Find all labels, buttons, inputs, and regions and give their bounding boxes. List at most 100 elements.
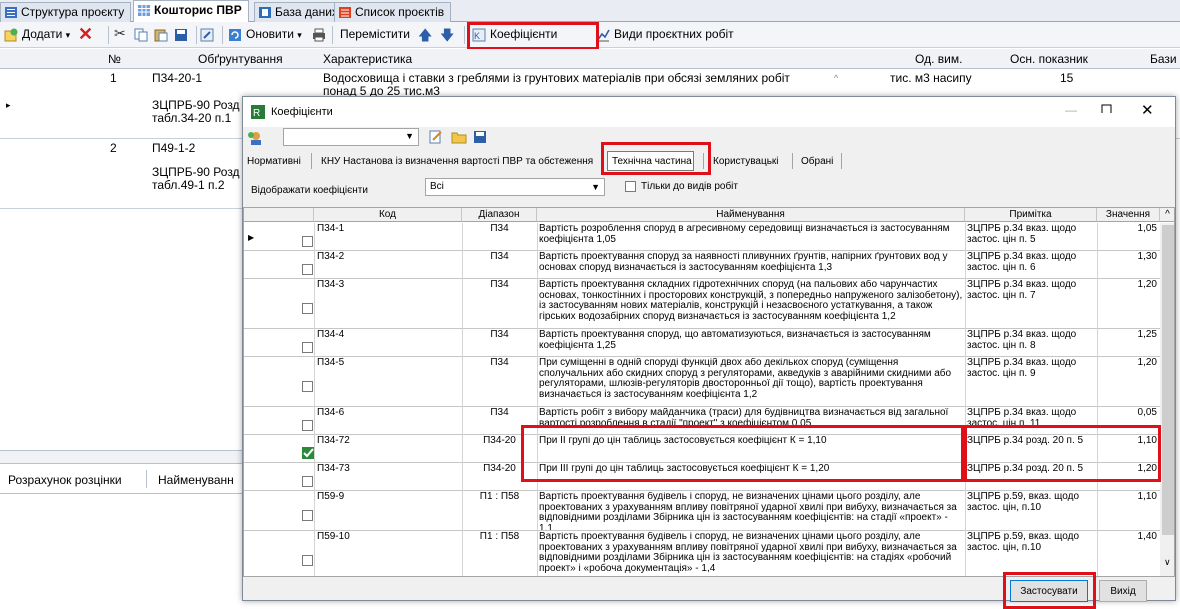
tab-price-calc[interactable]: Розрахунок розцінки — [8, 474, 122, 487]
work-types-button[interactable]: Види проєктних робіт — [594, 25, 737, 45]
scrollbar-thumb[interactable] — [1162, 225, 1174, 535]
table-row[interactable]: ▶ П34-1 П34 Вартість розроблення споруд в а… — [244, 223, 1160, 251]
vertical-scrollbar[interactable]: ∨ — [1160, 223, 1174, 576]
col-code[interactable]: Код — [314, 208, 462, 222]
row-checkbox[interactable] — [302, 342, 313, 353]
col-base: Бази — [1150, 52, 1177, 66]
open-folder-icon[interactable] — [451, 130, 467, 147]
refresh-button[interactable]: Оновити ▾ — [226, 25, 305, 45]
row-name: Вартість проектування споруд, що автомат… — [539, 330, 931, 351]
coefficient-set-combo[interactable]: ▼ — [283, 128, 419, 146]
row-num: 2 — [110, 141, 117, 155]
col-value[interactable]: Значення — [1097, 208, 1160, 222]
exit-button[interactable]: Вихід — [1099, 580, 1147, 602]
exit-label: Вихід — [1110, 586, 1136, 597]
svg-text:R: R — [253, 108, 260, 119]
row-code: П59-9 — [317, 492, 345, 502]
arrow-down-icon: 🡇 — [440, 27, 455, 43]
highlight-k-rows — [521, 425, 967, 482]
col-range[interactable]: Діапазон — [462, 208, 537, 222]
row-checkbox[interactable] — [302, 510, 313, 521]
chevron-down-icon: ▾ — [297, 30, 302, 40]
row-checkbox[interactable] — [302, 303, 313, 314]
row-name: Вартість розроблення споруд в агресивном… — [539, 224, 950, 245]
paste-button[interactable] — [154, 25, 173, 45]
row-checkbox[interactable] — [302, 236, 313, 247]
tab-favorites[interactable]: Обрані — [801, 156, 833, 167]
row-range: П34 — [490, 224, 509, 234]
cut-button[interactable]: ✂ — [114, 25, 133, 45]
close-button[interactable]: ✕ — [1141, 101, 1154, 119]
row-range: П34 — [490, 252, 509, 262]
horizontal-scrollbar[interactable] — [0, 450, 242, 464]
work-types-label: Види проєктних робіт — [614, 27, 734, 41]
minimize-button[interactable]: — — [1065, 103, 1077, 117]
export-button[interactable] — [200, 25, 219, 45]
tab-knu-guide[interactable]: КНУ Настанова із визначення вартості ПВР… — [321, 156, 593, 167]
row-range: П1 : П58 — [479, 492, 520, 502]
row-name: Вартість проектування складних гідротехн… — [539, 280, 963, 322]
filter-select[interactable]: Всі ▼ — [425, 178, 605, 196]
col-note[interactable]: Примітка — [965, 208, 1097, 222]
row-range: П1 : П58 — [479, 532, 520, 542]
save-icon[interactable] — [473, 130, 487, 147]
row-name: Вартість проектування будівель і споруд,… — [539, 492, 957, 530]
col-main-indicator: Осн. показник — [1010, 52, 1088, 66]
row-checkbox[interactable] — [302, 264, 313, 275]
tab-custom[interactable]: Користувацькі — [713, 156, 779, 167]
row-basis-2: табл.34-20 п.1 — [152, 111, 232, 125]
move-button[interactable]: Перемістити — [336, 25, 413, 45]
table-row[interactable]: П59-9 П1 : П58 Вартість проектування будів… — [244, 491, 1160, 531]
row-checkbox[interactable] — [302, 420, 313, 431]
table-row[interactable]: П34-5 П34 При суміщенні в одній споруді фу… — [244, 357, 1160, 407]
move-down-button[interactable]: 🡇 — [440, 25, 457, 45]
row-checkbox[interactable] — [302, 555, 313, 566]
delete-x-icon: ✕ — [78, 24, 94, 44]
row-checkbox[interactable] — [302, 381, 313, 392]
col-num: № — [108, 52, 121, 66]
save-button[interactable] — [174, 25, 193, 45]
tab-normative[interactable]: Нормативні — [247, 156, 301, 167]
move-up-button[interactable]: 🡅 — [418, 25, 435, 45]
tab-project-structure[interactable]: Структура проєкту — [0, 2, 132, 22]
table-row[interactable]: 2 П49-1-2 ЗЦПРБ-90 Розд табл.49-1 п.2 — [0, 139, 242, 209]
scroll-up-icon[interactable]: ^ — [834, 72, 838, 85]
tab-name[interactable]: Найменуванн — [158, 474, 234, 487]
coefficients-dialog: R Коефіцієнти — ✕ ▼ Нормативні КНУ Наста… — [242, 96, 1176, 609]
row-value: 0,05 — [1137, 408, 1157, 418]
highlight-technical-tab — [601, 142, 711, 175]
table-row[interactable]: П59-10 П1 : П58 Вартість проектування буді… — [244, 531, 1160, 576]
edit-icon[interactable] — [429, 130, 443, 147]
row-code: П34-72 — [317, 436, 350, 446]
table-row[interactable]: П34-4 П34 Вартість проектування споруд, що… — [244, 329, 1160, 357]
table-row[interactable]: П34-2 П34 Вартість проектування споруд за … — [244, 251, 1160, 279]
chevron-down-icon: ▾ — [65, 30, 71, 40]
row-pointer-icon: ▶ — [248, 233, 255, 242]
row-note: ЗЦПРБ р.34 вказ. щодо застос. цін п. 8 — [967, 330, 1077, 351]
save-icon — [174, 28, 188, 42]
add-button[interactable]: Додати ▾ — [2, 25, 73, 45]
copy-button[interactable] — [134, 25, 153, 45]
delete-button[interactable]: ✕ — [78, 25, 99, 45]
print-button[interactable] — [312, 25, 331, 45]
table-row[interactable]: П34-3 П34 Вартість проектування складних г… — [244, 279, 1160, 329]
row-value: 1,10 — [1137, 492, 1157, 502]
scroll-up-button[interactable]: ^ — [1160, 208, 1174, 222]
paste-icon — [154, 28, 168, 42]
only-works-checkbox[interactable] — [625, 181, 636, 192]
tab-project-list[interactable]: Список проєктів — [334, 2, 452, 22]
add-user-icon[interactable] — [247, 131, 263, 148]
maximize-button[interactable] — [1101, 101, 1113, 115]
col-basis: Обґрунтування — [198, 52, 283, 66]
arrow-up-icon: 🡅 — [418, 27, 433, 43]
col-name[interactable]: Найменування — [537, 208, 965, 222]
row-value: 1,30 — [1137, 252, 1157, 262]
bottom-tabs: Розрахунок розцінки Найменуванн — [0, 464, 242, 494]
coefficients-table: Код Діапазон Найменування Примітка Значе… — [243, 207, 1175, 577]
chevron-down-icon: ▼ — [405, 131, 414, 141]
tab-database[interactable]: База даних — [254, 2, 345, 22]
tab-estimate-pvr[interactable]: Кошторис ПВР — [133, 0, 249, 22]
row-checkbox[interactable] — [302, 476, 313, 487]
row-note: ЗЦПРБ р.34 вказ. щодо застос. цін п. 5 — [967, 224, 1077, 245]
refresh-label: Оновити — [246, 27, 294, 41]
